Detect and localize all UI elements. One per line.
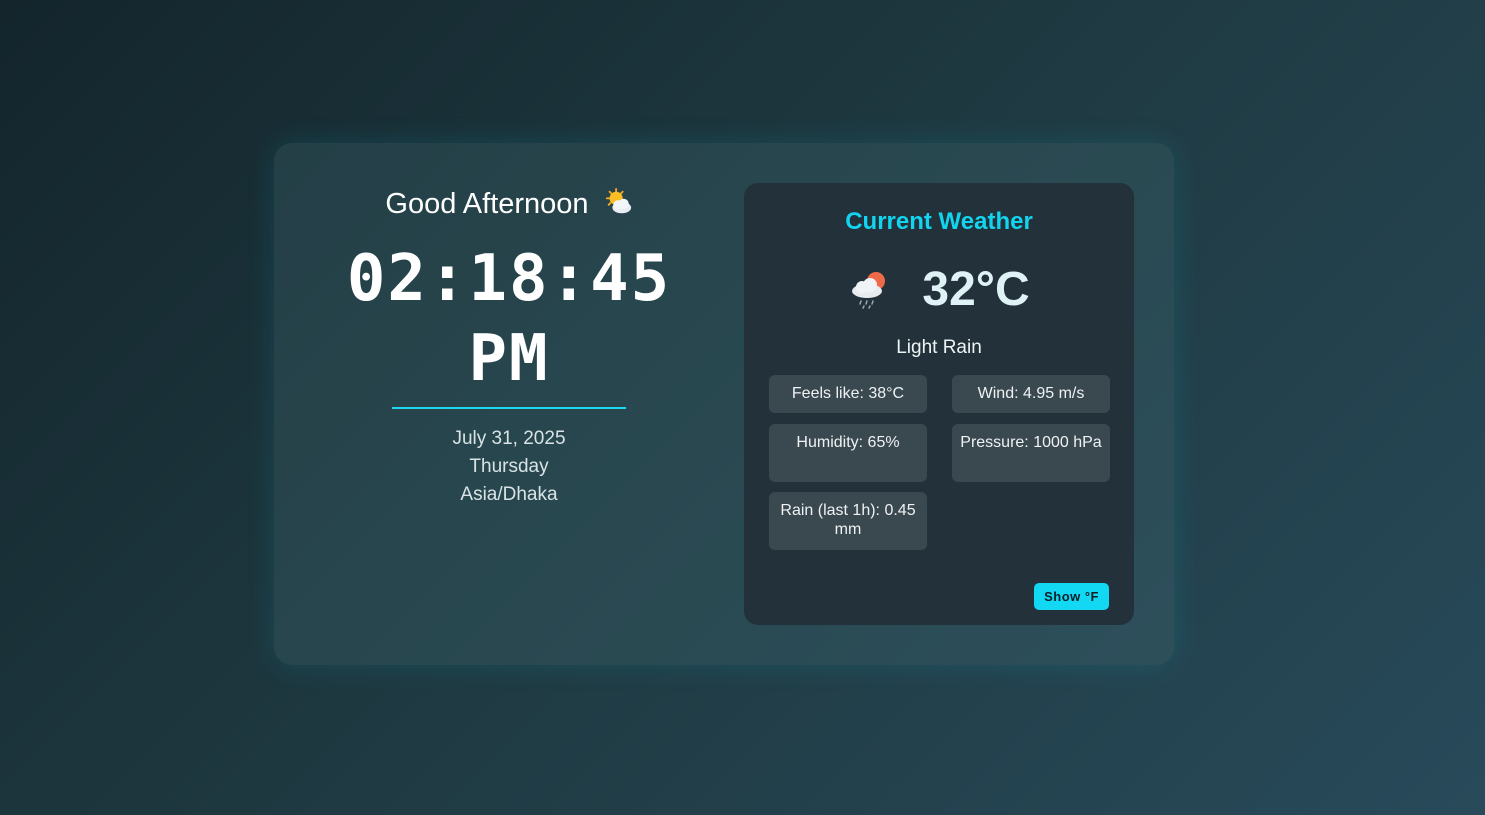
weekday-text: Thursday: [469, 456, 549, 477]
clock-panel: Good Afternoon 02:18:45 PM July 31, 2025…: [274, 143, 744, 665]
clock-period: PM: [468, 322, 550, 396]
clock-time: 02:18:45: [346, 242, 672, 316]
sun-behind-cloud-icon: [605, 187, 631, 214]
rain-cloud-sun-icon: [852, 272, 886, 309]
timezone-text: Asia/Dhaka: [460, 484, 558, 505]
date-block: July 31, 2025 Thursday Asia/Dhaka: [274, 425, 744, 509]
divider: [392, 407, 626, 409]
greeting: Good Afternoon: [274, 187, 744, 221]
weather-main: 32°C: [744, 259, 1134, 319]
wind-stat: Wind: 4.95 m/s: [952, 375, 1110, 413]
digital-clock: 02:18:45 PM: [274, 239, 744, 399]
dashboard-card: Good Afternoon 02:18:45 PM July 31, 2025…: [274, 143, 1174, 665]
pressure-stat: Pressure: 1000 hPa: [952, 424, 1110, 482]
temperature: 32°C: [922, 262, 1030, 316]
weather-description: Light Rain: [896, 337, 982, 358]
weather-panel: Current Weather 32°C Light Rain Feels li…: [744, 183, 1134, 625]
date-text: July 31, 2025: [452, 428, 566, 449]
feels-like-stat: Feels like: 38°C: [769, 375, 927, 413]
rain-stat: Rain (last 1h): 0.45 mm: [769, 492, 927, 550]
greeting-text: Good Afternoon: [385, 188, 589, 220]
humidity-stat: Humidity: 65%: [769, 424, 927, 482]
weather-title: Current Weather: [845, 208, 1033, 235]
unit-toggle-button[interactable]: Show °F: [1034, 583, 1109, 610]
